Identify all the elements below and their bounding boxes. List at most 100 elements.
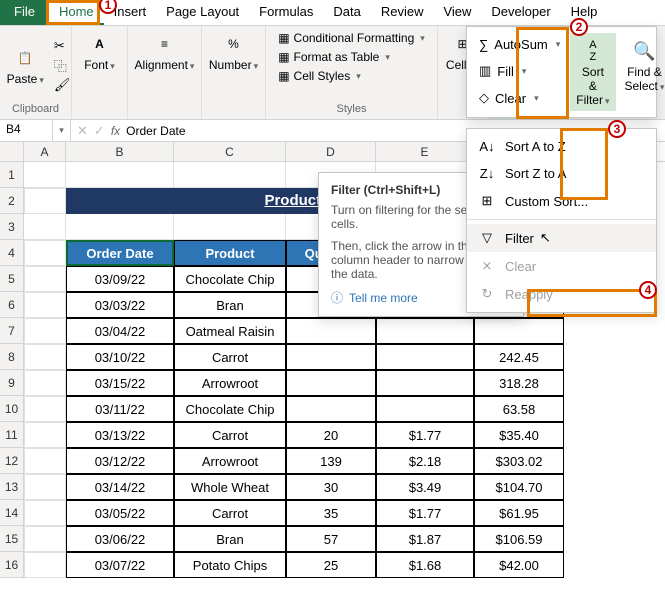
tab-data[interactable]: Data [323, 0, 370, 25]
name-box-chevron-icon[interactable]: ▾ [53, 120, 71, 141]
cell-date[interactable]: 03/14/22 [66, 474, 174, 500]
cell-product[interactable]: Whole Wheat [174, 474, 286, 500]
cell-qty[interactable] [286, 344, 376, 370]
cell-product[interactable]: Chocolate Chip [174, 266, 286, 292]
cell-total[interactable]: 63.58 [474, 396, 564, 422]
cell-price[interactable]: $1.77 [376, 422, 474, 448]
cell-qty[interactable] [286, 318, 376, 344]
col-header-e[interactable]: E [376, 142, 474, 161]
cancel-icon[interactable]: ✕ [77, 123, 88, 139]
cell-price[interactable] [376, 396, 474, 422]
cut-icon[interactable]: ✂ [54, 38, 71, 54]
cell-qty[interactable]: 20 [286, 422, 376, 448]
tab-page-layout[interactable]: Page Layout [156, 0, 249, 25]
find-select-button[interactable]: 🔍 Find & Select [619, 33, 665, 111]
cell-qty[interactable]: 35 [286, 500, 376, 526]
cell-total[interactable] [474, 318, 564, 344]
table-row: 14 03/05/22 Carrot 35 $1.77 $61.95 [0, 500, 665, 526]
col-header-b[interactable]: B [66, 142, 174, 161]
cell-qty[interactable]: 30 [286, 474, 376, 500]
cell-date[interactable]: 03/05/22 [66, 500, 174, 526]
number-button[interactable]: % Number [203, 30, 264, 74]
enter-icon[interactable]: ✓ [94, 123, 105, 139]
cell-date[interactable]: 03/07/22 [66, 552, 174, 578]
cell-date[interactable]: 03/10/22 [66, 344, 174, 370]
paste-button[interactable]: 📋 Paste [1, 44, 50, 88]
cell-product[interactable]: Bran [174, 526, 286, 552]
cell-date[interactable]: 03/03/22 [66, 292, 174, 318]
filter-item[interactable]: ▽Filter↖ [467, 224, 656, 252]
cell-qty[interactable]: 25 [286, 552, 376, 578]
group-font: A Font . [72, 26, 128, 119]
cell-qty[interactable] [286, 370, 376, 396]
cell-price[interactable] [376, 344, 474, 370]
tab-file[interactable]: File [0, 0, 49, 25]
cell-total[interactable]: 242.45 [474, 344, 564, 370]
cell-price[interactable] [376, 318, 474, 344]
cell-product[interactable]: Arrowroot [174, 448, 286, 474]
cell-product[interactable]: Potato Chips [174, 552, 286, 578]
autosum-button[interactable]: ∑AutoSum [473, 33, 566, 56]
cell-total[interactable]: $104.70 [474, 474, 564, 500]
fx-button[interactable]: fx [111, 124, 120, 138]
cell-total[interactable]: $303.02 [474, 448, 564, 474]
alignment-button[interactable]: ≡ Alignment [129, 30, 201, 74]
header-product[interactable]: Product [174, 240, 286, 266]
cell-date[interactable]: 03/15/22 [66, 370, 174, 396]
cell-price[interactable]: $3.49 [376, 474, 474, 500]
tab-view[interactable]: View [433, 0, 481, 25]
sort-za-item[interactable]: Z↓Sort Z to A [467, 160, 656, 187]
conditional-formatting-button[interactable]: ▦Conditional Formatting [274, 30, 429, 46]
cell-total[interactable]: $42.00 [474, 552, 564, 578]
col-header-c[interactable]: C [174, 142, 286, 161]
cell-date[interactable]: 03/09/22 [66, 266, 174, 292]
cell-product[interactable]: Carrot [174, 500, 286, 526]
cell-product[interactable]: Carrot [174, 344, 286, 370]
tab-formulas[interactable]: Formulas [249, 0, 323, 25]
cell-price[interactable]: $1.87 [376, 526, 474, 552]
cell-qty[interactable] [286, 396, 376, 422]
fill-icon: ▥ [479, 63, 491, 79]
format-as-table-button[interactable]: ▦Format as Table [274, 49, 394, 65]
format-painter-icon[interactable]: 🖌 [54, 77, 71, 93]
cell-qty[interactable]: 139 [286, 448, 376, 474]
cell-price[interactable]: $1.77 [376, 500, 474, 526]
cell-date[interactable]: 03/06/22 [66, 526, 174, 552]
cell-price[interactable]: $2.18 [376, 448, 474, 474]
custom-sort-item[interactable]: ⊞Custom Sort... [467, 187, 656, 215]
col-header-d[interactable]: D [286, 142, 376, 161]
cell-product[interactable]: Arrowroot [174, 370, 286, 396]
cell-date[interactable]: 03/13/22 [66, 422, 174, 448]
header-order-date[interactable]: Order Date [66, 240, 174, 266]
name-box[interactable]: B4 [0, 120, 53, 141]
col-header-a[interactable]: A [24, 142, 66, 161]
number-label: Number [209, 58, 258, 72]
cell-product[interactable]: Bran [174, 292, 286, 318]
cell-price[interactable] [376, 370, 474, 396]
font-button[interactable]: A Font [78, 30, 121, 74]
tab-developer[interactable]: Developer [481, 0, 560, 25]
cell-product[interactable]: Chocolate Chip [174, 396, 286, 422]
cell-product[interactable]: Oatmeal Raisin [174, 318, 286, 344]
cell-product[interactable]: Carrot [174, 422, 286, 448]
select-all-corner[interactable] [0, 142, 24, 161]
tab-home[interactable]: Home [49, 0, 104, 25]
cell-styles-button[interactable]: ▦Cell Styles [274, 68, 365, 84]
cell-total[interactable]: 318.28 [474, 370, 564, 396]
cell-date[interactable]: 03/11/22 [66, 396, 174, 422]
editing-dropdown: ∑AutoSum ▥Fill ◇Clear AZ Sort & Filter 🔍… [466, 26, 657, 118]
cell-date[interactable]: 03/12/22 [66, 448, 174, 474]
cell-date[interactable]: 03/04/22 [66, 318, 174, 344]
sort-filter-button[interactable]: AZ Sort & Filter [570, 33, 615, 111]
sort-az-item[interactable]: A↓Sort A to Z [467, 133, 656, 160]
table-row: 15 03/06/22 Bran 57 $1.87 $106.59 [0, 526, 665, 552]
copy-icon[interactable]: ⿻ [54, 56, 71, 75]
cell-qty[interactable]: 57 [286, 526, 376, 552]
tab-review[interactable]: Review [371, 0, 434, 25]
fill-button[interactable]: ▥Fill [473, 59, 566, 83]
cell-total[interactable]: $35.40 [474, 422, 564, 448]
clear-button[interactable]: ◇Clear [473, 86, 566, 110]
cell-total[interactable]: $61.95 [474, 500, 564, 526]
cell-total[interactable]: $106.59 [474, 526, 564, 552]
cell-price[interactable]: $1.68 [376, 552, 474, 578]
